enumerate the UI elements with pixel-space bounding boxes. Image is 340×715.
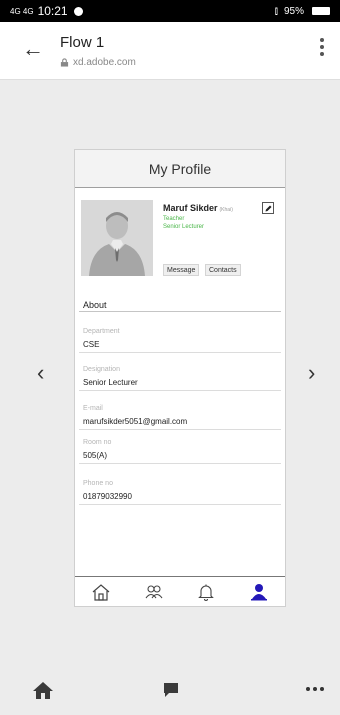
back-arrow-icon[interactable]: ← xyxy=(22,36,44,62)
designation-label: Designation xyxy=(83,366,120,373)
pencil-icon xyxy=(265,205,271,211)
profile-name-suffix: (Khai) xyxy=(219,207,233,213)
room-value: 505(A) xyxy=(83,451,108,460)
tab-home[interactable] xyxy=(75,577,128,607)
about-heading: About xyxy=(83,300,107,310)
bell-icon xyxy=(198,584,215,601)
field-divider xyxy=(79,504,281,505)
email-label: E-mail xyxy=(83,405,103,412)
screen: 4G 4G 10:21 ⫾ 95% ← Flow 1 xd.adobe.com … xyxy=(0,0,340,715)
browser-header: ← Flow 1 xd.adobe.com xyxy=(0,22,340,80)
field-divider xyxy=(79,429,281,430)
field-divider xyxy=(79,463,281,464)
profile-header: My Profile xyxy=(75,150,285,188)
lock-icon xyxy=(60,58,69,67)
home-icon xyxy=(92,583,110,601)
profile-title: My Profile xyxy=(148,160,212,177)
person-icon xyxy=(250,583,267,600)
previous-screen-chevron-icon[interactable]: ‹ xyxy=(37,360,44,386)
message-button[interactable]: Message xyxy=(163,264,200,276)
profile-name-row: Maruf Sikder (Khai) xyxy=(163,203,233,213)
department-value: CSE xyxy=(83,340,100,349)
url-text: xd.adobe.com xyxy=(73,57,136,68)
department-label: Department xyxy=(83,328,120,335)
vibrate-icon: ⫾ xyxy=(274,5,278,17)
whatsapp-icon xyxy=(73,6,83,16)
tab-profile[interactable] xyxy=(233,577,286,607)
signal-text: 4G 4G xyxy=(10,6,34,16)
more-options-icon[interactable] xyxy=(320,38,324,56)
comment-icon[interactable] xyxy=(163,682,179,698)
battery-percent: 95% xyxy=(283,5,304,17)
more-icon[interactable] xyxy=(306,687,324,691)
tab-notifications[interactable] xyxy=(180,577,233,607)
status-right: ⫾ 95% xyxy=(275,6,330,17)
field-divider xyxy=(79,352,281,353)
page-title: Flow 1 xyxy=(60,34,105,51)
prototype-artboard: My Profile Maruf Sikder (Khai) Teacher Se… xyxy=(74,149,286,607)
battery-icon xyxy=(312,7,330,15)
tab-people[interactable] xyxy=(128,577,181,607)
status-time: 10:21 xyxy=(37,4,68,18)
tab-bar xyxy=(75,576,285,606)
room-label: Room no xyxy=(83,439,112,446)
email-value: marufsikder5051@gmail.com xyxy=(83,417,188,426)
avatar xyxy=(81,200,153,276)
phone-value: 01879032990 xyxy=(83,492,132,501)
url-line: xd.adobe.com xyxy=(60,57,136,68)
status-bar: 4G 4G 10:21 ⫾ 95% xyxy=(0,0,340,22)
bottom-toolbar xyxy=(0,670,340,710)
field-divider xyxy=(79,390,281,391)
profile-name: Maruf Sikder xyxy=(163,203,218,213)
next-screen-chevron-icon[interactable]: › xyxy=(308,360,315,386)
designation-value: Senior Lecturer xyxy=(83,378,138,387)
phone-label: Phone no xyxy=(83,480,113,487)
people-icon xyxy=(145,584,163,598)
profile-designation-short: Senior Lecturer xyxy=(163,224,205,230)
profile-role: Teacher xyxy=(163,216,185,222)
home-icon[interactable] xyxy=(32,680,54,700)
contacts-button[interactable]: Contacts xyxy=(205,264,241,276)
edit-icon[interactable] xyxy=(262,202,274,214)
about-divider xyxy=(79,311,281,312)
person-silhouette-icon xyxy=(81,200,153,276)
